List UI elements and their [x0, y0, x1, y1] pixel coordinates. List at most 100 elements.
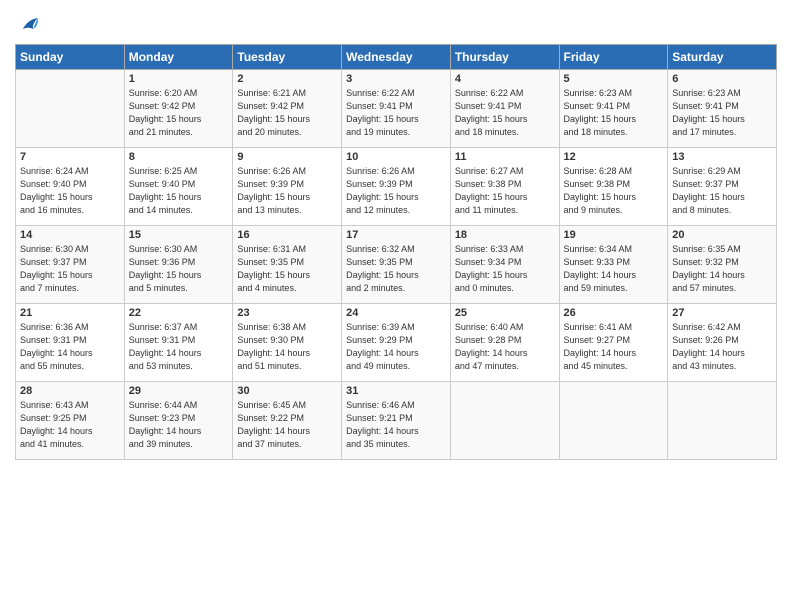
calendar-cell: 14 Sunrise: 6:30 AM Sunset: 9:37 PM Dayli… [16, 226, 125, 304]
calendar-cell: 1 Sunrise: 6:20 AM Sunset: 9:42 PM Daylig… [124, 70, 233, 148]
day-info: Sunrise: 6:35 AM Sunset: 9:32 PM Dayligh… [672, 243, 772, 295]
day-info: Sunrise: 6:46 AM Sunset: 9:21 PM Dayligh… [346, 399, 446, 451]
week-row-3: 14 Sunrise: 6:30 AM Sunset: 9:37 PM Dayli… [16, 226, 777, 304]
day-number: 27 [672, 307, 772, 319]
day-info: Sunrise: 6:41 AM Sunset: 9:27 PM Dayligh… [564, 321, 664, 373]
day-number: 26 [564, 307, 664, 319]
calendar-cell: 13 Sunrise: 6:29 AM Sunset: 9:37 PM Dayli… [668, 148, 777, 226]
day-number: 30 [237, 385, 337, 397]
page-container: SundayMondayTuesdayWednesdayThursdayFrid… [0, 0, 792, 470]
day-info: Sunrise: 6:43 AM Sunset: 9:25 PM Dayligh… [20, 399, 120, 451]
day-info: Sunrise: 6:30 AM Sunset: 9:36 PM Dayligh… [129, 243, 229, 295]
calendar-cell: 6 Sunrise: 6:23 AM Sunset: 9:41 PM Daylig… [668, 70, 777, 148]
calendar-cell: 9Sunrise: 6:26 AM Sunset: 9:39 PM Daylig… [233, 148, 342, 226]
calendar-cell: 28 Sunrise: 6:43 AM Sunset: 9:25 PM Dayli… [16, 382, 125, 460]
day-number: 16 [237, 229, 337, 241]
calendar-cell [16, 70, 125, 148]
week-row-4: 21 Sunrise: 6:36 AM Sunset: 9:31 PM Dayli… [16, 304, 777, 382]
week-row-5: 28 Sunrise: 6:43 AM Sunset: 9:25 PM Dayli… [16, 382, 777, 460]
calendar-cell: 25 Sunrise: 6:40 AM Sunset: 9:28 PM Dayli… [450, 304, 559, 382]
day-info: Sunrise: 6:30 AM Sunset: 9:37 PM Dayligh… [20, 243, 120, 295]
day-info: Sunrise: 6:22 AM Sunset: 9:41 PM Dayligh… [455, 87, 555, 139]
day-number: 11 [455, 151, 555, 163]
calendar-cell: 17 Sunrise: 6:32 AM Sunset: 9:35 PM Dayli… [342, 226, 451, 304]
day-number: 31 [346, 385, 446, 397]
calendar-cell [450, 382, 559, 460]
calendar-cell: 23Sunrise: 6:38 AM Sunset: 9:30 PM Dayli… [233, 304, 342, 382]
day-info: Sunrise: 6:21 AM Sunset: 9:42 PM Dayligh… [237, 87, 337, 139]
day-number: 19 [564, 229, 664, 241]
day-number: 22 [129, 307, 229, 319]
calendar-cell: 19 Sunrise: 6:34 AM Sunset: 9:33 PM Dayli… [559, 226, 668, 304]
calendar-cell: 16 Sunrise: 6:31 AM Sunset: 9:35 PM Dayli… [233, 226, 342, 304]
week-row-1: 1 Sunrise: 6:20 AM Sunset: 9:42 PM Daylig… [16, 70, 777, 148]
calendar-cell: 27 Sunrise: 6:42 AM Sunset: 9:26 PM Dayli… [668, 304, 777, 382]
day-info: Sunrise: 6:29 AM Sunset: 9:37 PM Dayligh… [672, 165, 772, 217]
day-number: 25 [455, 307, 555, 319]
calendar-cell: 4 Sunrise: 6:22 AM Sunset: 9:41 PM Daylig… [450, 70, 559, 148]
day-number: 18 [455, 229, 555, 241]
day-number: 15 [129, 229, 229, 241]
day-info: Sunrise: 6:42 AM Sunset: 9:26 PM Dayligh… [672, 321, 772, 373]
col-header-wednesday: Wednesday [342, 45, 451, 70]
day-info: Sunrise: 6:32 AM Sunset: 9:35 PM Dayligh… [346, 243, 446, 295]
calendar-cell: 18 Sunrise: 6:33 AM Sunset: 9:34 PM Dayli… [450, 226, 559, 304]
calendar-cell: 7 Sunrise: 6:24 AM Sunset: 9:40 PM Daylig… [16, 148, 125, 226]
day-info: Sunrise: 6:24 AM Sunset: 9:40 PM Dayligh… [20, 165, 120, 217]
calendar-cell: 24 Sunrise: 6:39 AM Sunset: 9:29 PM Dayli… [342, 304, 451, 382]
day-number: 21 [20, 307, 120, 319]
day-info: Sunrise: 6:28 AM Sunset: 9:38 PM Dayligh… [564, 165, 664, 217]
day-number: 10 [346, 151, 446, 163]
col-header-thursday: Thursday [450, 45, 559, 70]
day-number: 13 [672, 151, 772, 163]
day-info: Sunrise: 6:22 AM Sunset: 9:41 PM Dayligh… [346, 87, 446, 139]
day-info: Sunrise: 6:39 AM Sunset: 9:29 PM Dayligh… [346, 321, 446, 373]
calendar-cell: 20Sunrise: 6:35 AM Sunset: 9:32 PM Dayli… [668, 226, 777, 304]
day-info: Sunrise: 6:23 AM Sunset: 9:41 PM Dayligh… [564, 87, 664, 139]
day-number: 8 [129, 151, 229, 163]
calendar-cell: 29Sunrise: 6:44 AM Sunset: 9:23 PM Dayli… [124, 382, 233, 460]
calendar-cell: 15 Sunrise: 6:30 AM Sunset: 9:36 PM Dayli… [124, 226, 233, 304]
week-row-2: 7 Sunrise: 6:24 AM Sunset: 9:40 PM Daylig… [16, 148, 777, 226]
day-info: Sunrise: 6:44 AM Sunset: 9:23 PM Dayligh… [129, 399, 229, 451]
calendar-cell: 5Sunrise: 6:23 AM Sunset: 9:41 PM Daylig… [559, 70, 668, 148]
calendar-cell: 31 Sunrise: 6:46 AM Sunset: 9:21 PM Dayli… [342, 382, 451, 460]
col-header-friday: Friday [559, 45, 668, 70]
day-info: Sunrise: 6:26 AM Sunset: 9:39 PM Dayligh… [346, 165, 446, 217]
day-number: 12 [564, 151, 664, 163]
calendar-cell: 26 Sunrise: 6:41 AM Sunset: 9:27 PM Dayli… [559, 304, 668, 382]
day-number: 24 [346, 307, 446, 319]
day-info: Sunrise: 6:40 AM Sunset: 9:28 PM Dayligh… [455, 321, 555, 373]
header [15, 10, 777, 36]
day-number: 6 [672, 73, 772, 85]
day-number: 17 [346, 229, 446, 241]
day-number: 14 [20, 229, 120, 241]
col-header-monday: Monday [124, 45, 233, 70]
day-number: 23 [237, 307, 337, 319]
day-number: 7 [20, 151, 120, 163]
calendar-cell: 2Sunrise: 6:21 AM Sunset: 9:42 PM Daylig… [233, 70, 342, 148]
day-info: Sunrise: 6:36 AM Sunset: 9:31 PM Dayligh… [20, 321, 120, 373]
day-number: 28 [20, 385, 120, 397]
day-info: Sunrise: 6:26 AM Sunset: 9:39 PM Dayligh… [237, 165, 337, 217]
col-header-saturday: Saturday [668, 45, 777, 70]
calendar-cell: 10 Sunrise: 6:26 AM Sunset: 9:39 PM Dayli… [342, 148, 451, 226]
calendar-cell: 12 Sunrise: 6:28 AM Sunset: 9:38 PM Dayli… [559, 148, 668, 226]
day-number: 1 [129, 73, 229, 85]
day-info: Sunrise: 6:45 AM Sunset: 9:22 PM Dayligh… [237, 399, 337, 451]
day-info: Sunrise: 6:25 AM Sunset: 9:40 PM Dayligh… [129, 165, 229, 217]
day-number: 4 [455, 73, 555, 85]
day-info: Sunrise: 6:33 AM Sunset: 9:34 PM Dayligh… [455, 243, 555, 295]
day-info: Sunrise: 6:34 AM Sunset: 9:33 PM Dayligh… [564, 243, 664, 295]
day-number: 3 [346, 73, 446, 85]
logo-bird-icon [17, 14, 39, 36]
day-info: Sunrise: 6:20 AM Sunset: 9:42 PM Dayligh… [129, 87, 229, 139]
day-info: Sunrise: 6:23 AM Sunset: 9:41 PM Dayligh… [672, 87, 772, 139]
day-info: Sunrise: 6:31 AM Sunset: 9:35 PM Dayligh… [237, 243, 337, 295]
calendar-cell: 3 Sunrise: 6:22 AM Sunset: 9:41 PM Daylig… [342, 70, 451, 148]
col-header-sunday: Sunday [16, 45, 125, 70]
calendar-cell [559, 382, 668, 460]
logo [15, 14, 39, 36]
day-info: Sunrise: 6:27 AM Sunset: 9:38 PM Dayligh… [455, 165, 555, 217]
calendar-cell: 11 Sunrise: 6:27 AM Sunset: 9:38 PM Dayli… [450, 148, 559, 226]
